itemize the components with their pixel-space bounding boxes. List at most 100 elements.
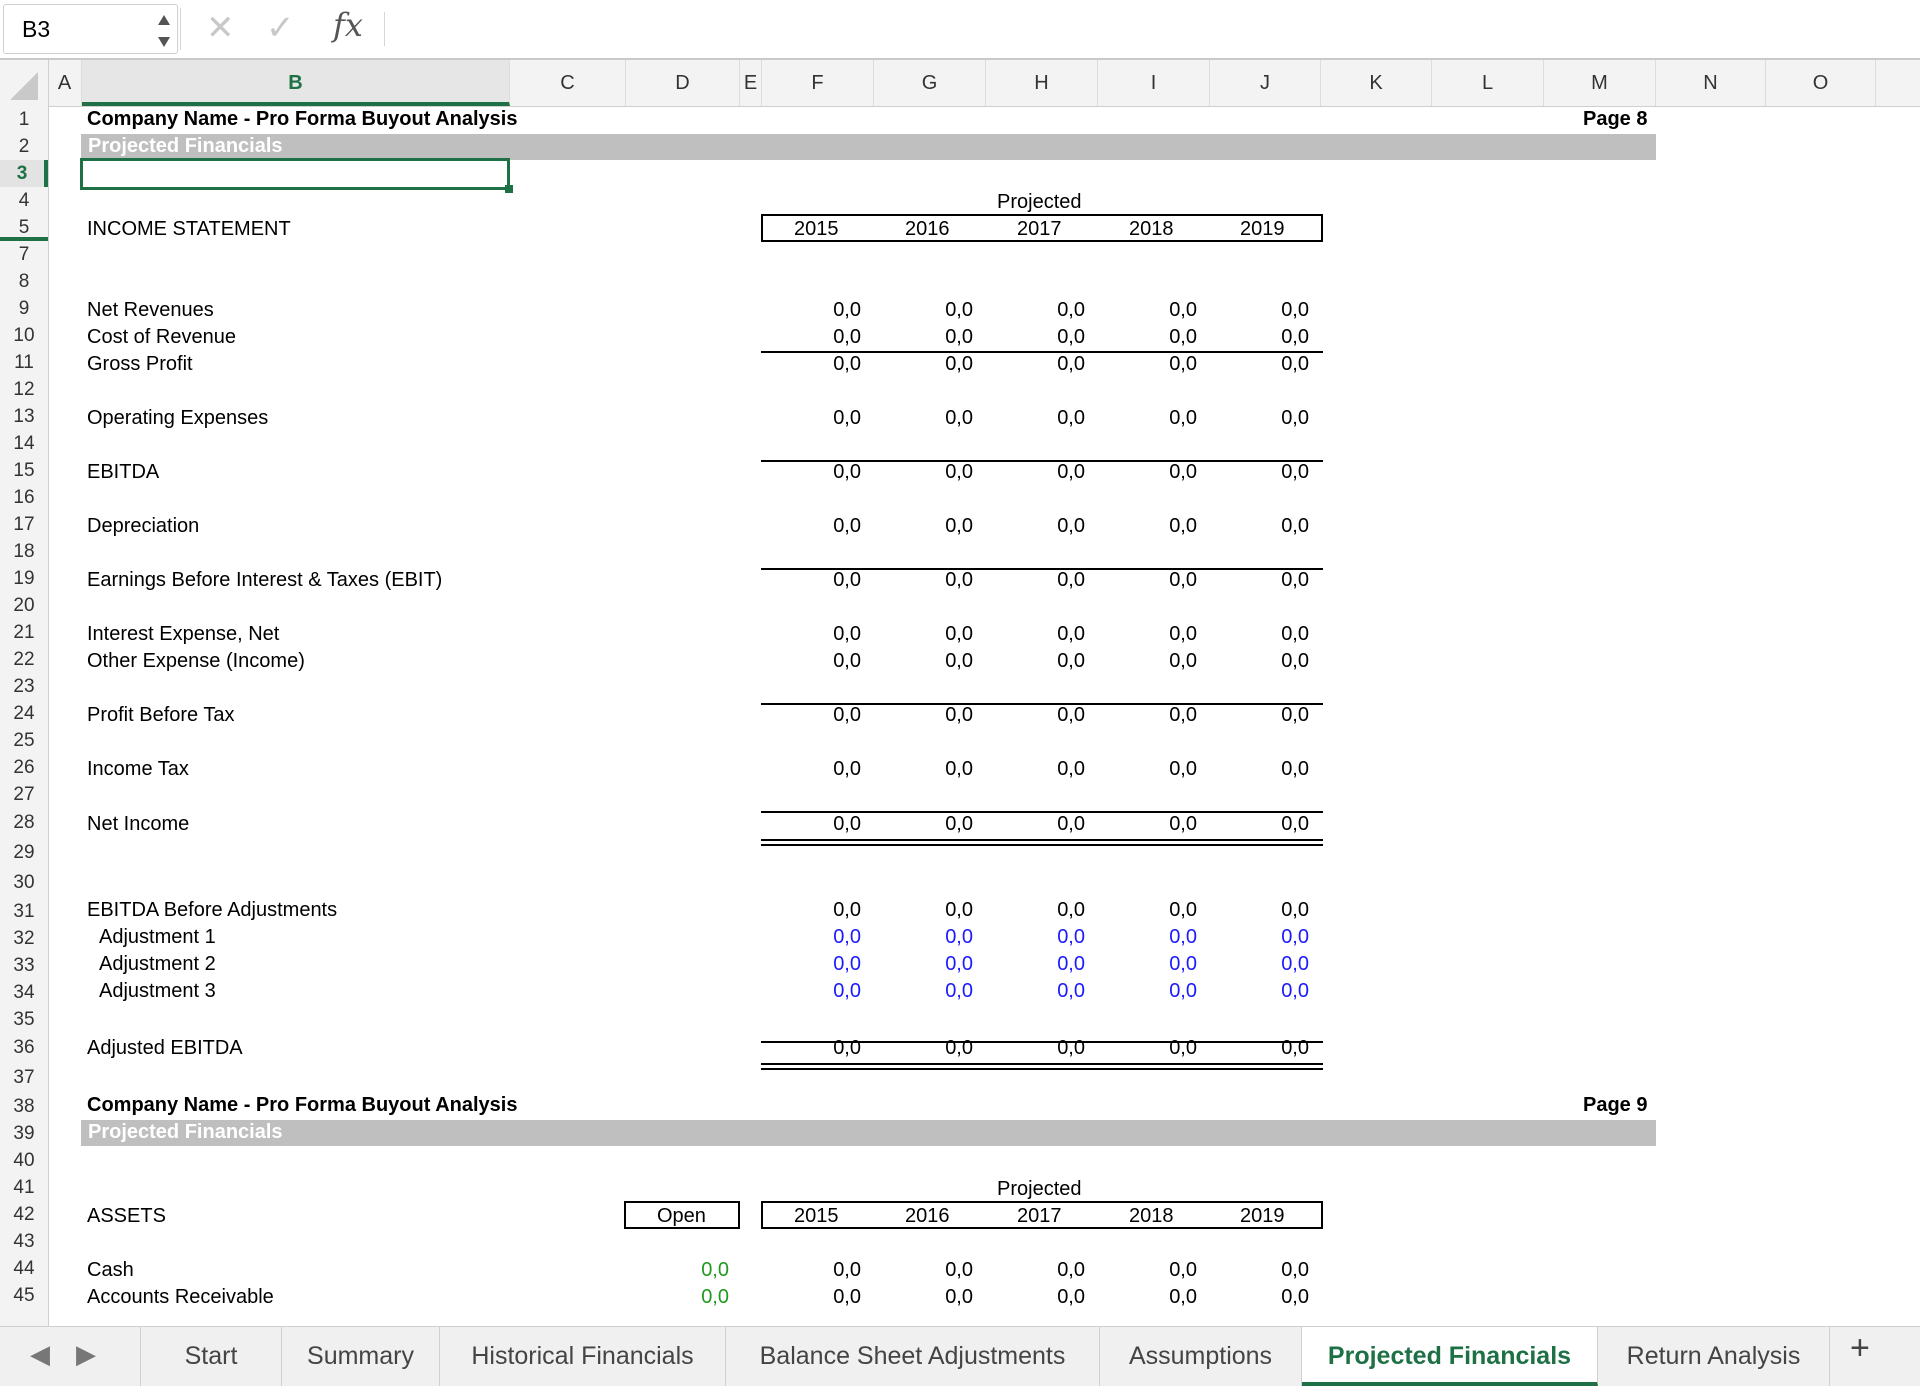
select-all-button[interactable] xyxy=(0,60,49,106)
input-cell[interactable]: 0,0 xyxy=(985,926,1085,949)
row-header-37[interactable]: 37 xyxy=(0,1063,48,1093)
year-2018: 2018 xyxy=(1129,1205,1174,1227)
row-header-12[interactable]: 12 xyxy=(0,376,48,403)
sheet-tab-balance-sheet-adjustments[interactable]: Balance Sheet Adjustments xyxy=(726,1327,1100,1386)
input-cell[interactable]: 0,0 xyxy=(761,926,861,949)
sheet-tab-historical-financials[interactable]: Historical Financials xyxy=(440,1327,726,1386)
fill-handle[interactable] xyxy=(505,185,513,193)
row-header-1[interactable]: 1 xyxy=(0,106,48,133)
value-cell: 0,0 xyxy=(1281,461,1309,483)
sheet-tab-projected-financials[interactable]: Projected Financials xyxy=(1302,1327,1598,1386)
column-header-n[interactable]: N xyxy=(1656,60,1766,106)
row-header-21[interactable]: 21 xyxy=(0,619,48,646)
input-cell[interactable]: 0,0 xyxy=(985,953,1085,976)
column-header-c[interactable]: C xyxy=(510,60,626,106)
row-header-30[interactable]: 30 xyxy=(0,868,48,898)
column-header-e[interactable]: E xyxy=(740,60,762,106)
row-header-18[interactable]: 18 xyxy=(0,538,48,565)
row-header-42[interactable]: 42 xyxy=(0,1201,48,1228)
row-header-45[interactable]: 45 xyxy=(0,1282,48,1309)
scroll-tabs-left-icon[interactable]: ◀ xyxy=(30,1339,50,1370)
cancel-icon[interactable]: ✕ xyxy=(206,8,235,48)
column-header-b[interactable]: B xyxy=(82,60,510,106)
row-header-43[interactable]: 43 xyxy=(0,1228,48,1255)
row-header-20[interactable]: 20 xyxy=(0,592,48,619)
row-header-34[interactable]: 34 xyxy=(0,979,48,1006)
row-header-28[interactable]: 28 xyxy=(0,808,48,838)
input-cell[interactable]: 0,0 xyxy=(1097,953,1197,976)
input-cell[interactable]: 0,0 xyxy=(873,980,973,1003)
row-header-19[interactable]: 19 xyxy=(0,565,48,592)
input-cell[interactable]: 0,0 xyxy=(1097,926,1197,949)
row-header-38[interactable]: 38 xyxy=(0,1093,48,1120)
row-header-35[interactable]: 35 xyxy=(0,1006,48,1033)
scroll-tabs-right-icon[interactable]: ▶ xyxy=(76,1339,96,1370)
column-header-l[interactable]: L xyxy=(1432,60,1544,106)
row-header-2[interactable]: 2 xyxy=(0,133,48,160)
column-header-a[interactable]: A xyxy=(48,60,82,106)
row-header-24[interactable]: 24 xyxy=(0,700,48,727)
column-header-o[interactable]: O xyxy=(1766,60,1876,106)
name-box[interactable]: B3 xyxy=(3,4,178,54)
row-header-3[interactable]: 3 xyxy=(0,160,48,187)
column-header-h[interactable]: H xyxy=(986,60,1098,106)
worksheet-grid[interactable]: Company Name - Pro Forma Buyout Analysis… xyxy=(49,106,1920,1326)
row-header-14[interactable]: 14 xyxy=(0,430,48,457)
row-header-7[interactable]: 7 xyxy=(0,241,48,268)
row-header-33[interactable]: 33 xyxy=(0,952,48,979)
row-header-9[interactable]: 9 xyxy=(0,295,48,322)
input-cell[interactable]: 0,0 xyxy=(873,953,973,976)
column-header-j[interactable]: J xyxy=(1210,60,1321,106)
value-cell: 0,0 xyxy=(1281,1259,1309,1281)
row-header-29[interactable]: 29 xyxy=(0,838,48,868)
row-header-16[interactable]: 16 xyxy=(0,484,48,511)
row-header-10[interactable]: 10 xyxy=(0,322,48,349)
input-cell[interactable]: 0,0 xyxy=(1209,926,1309,949)
sheet-tab-start[interactable]: Start xyxy=(140,1327,282,1386)
row-header-11[interactable]: 11 xyxy=(0,349,48,376)
input-cell[interactable]: 0,0 xyxy=(985,980,1085,1003)
row-header-41[interactable]: 41 xyxy=(0,1174,48,1201)
column-header-m[interactable]: M xyxy=(1544,60,1656,106)
page9-section-band: Projected Financials xyxy=(81,1120,1656,1146)
row-header-13[interactable]: 13 xyxy=(0,403,48,430)
column-header-i[interactable]: I xyxy=(1098,60,1210,106)
row-header-26[interactable]: 26 xyxy=(0,754,48,781)
input-cell[interactable]: 0,0 xyxy=(1209,980,1309,1003)
row-label-ebit: Earnings Before Interest & Taxes (EBIT) xyxy=(87,569,443,591)
row-header-25[interactable]: 25 xyxy=(0,727,48,754)
row-header-4[interactable]: 4 xyxy=(0,187,48,214)
row-header-8[interactable]: 8 xyxy=(0,268,48,295)
sheet-tab-assumptions[interactable]: Assumptions xyxy=(1100,1327,1302,1386)
row-header-40[interactable]: 40 xyxy=(0,1147,48,1174)
input-cell[interactable]: 0,0 xyxy=(1097,980,1197,1003)
formula-input[interactable] xyxy=(395,6,1895,52)
row-label-cost-of-revenue: Cost of Revenue xyxy=(87,326,236,348)
column-header-k[interactable]: K xyxy=(1321,60,1432,106)
input-cell[interactable]: 0,0 xyxy=(761,980,861,1003)
input-cell[interactable]: 0,0 xyxy=(1209,953,1309,976)
selected-cell-b3[interactable] xyxy=(80,158,510,190)
column-header-d[interactable]: D xyxy=(626,60,740,106)
row-header-36[interactable]: 36 xyxy=(0,1033,48,1063)
row-header-44[interactable]: 44 xyxy=(0,1255,48,1282)
name-box-stepper-icon[interactable] xyxy=(154,11,174,51)
sheet-tab-summary[interactable]: Summary xyxy=(282,1327,440,1386)
column-header-f[interactable]: F xyxy=(762,60,874,106)
input-cell[interactable]: 0,0 xyxy=(761,953,861,976)
row-header-32[interactable]: 32 xyxy=(0,925,48,952)
row-header-15[interactable]: 15 xyxy=(0,457,48,484)
row-header-31[interactable]: 31 xyxy=(0,898,48,925)
input-cell[interactable]: 0,0 xyxy=(873,926,973,949)
sheet-tab-return-analysis[interactable]: Return Analysis xyxy=(1598,1327,1830,1386)
row-header-5[interactable]: 5 xyxy=(0,214,48,241)
row-header-27[interactable]: 27 xyxy=(0,781,48,808)
insert-function-icon[interactable]: fx xyxy=(333,6,363,44)
row-header-39[interactable]: 39 xyxy=(0,1120,48,1147)
confirm-icon[interactable]: ✓ xyxy=(266,8,295,48)
row-header-22[interactable]: 22 xyxy=(0,646,48,673)
add-sheet-icon[interactable]: + xyxy=(1850,1329,1870,1368)
row-header-17[interactable]: 17 xyxy=(0,511,48,538)
column-header-g[interactable]: G xyxy=(874,60,986,106)
row-header-23[interactable]: 23 xyxy=(0,673,48,700)
